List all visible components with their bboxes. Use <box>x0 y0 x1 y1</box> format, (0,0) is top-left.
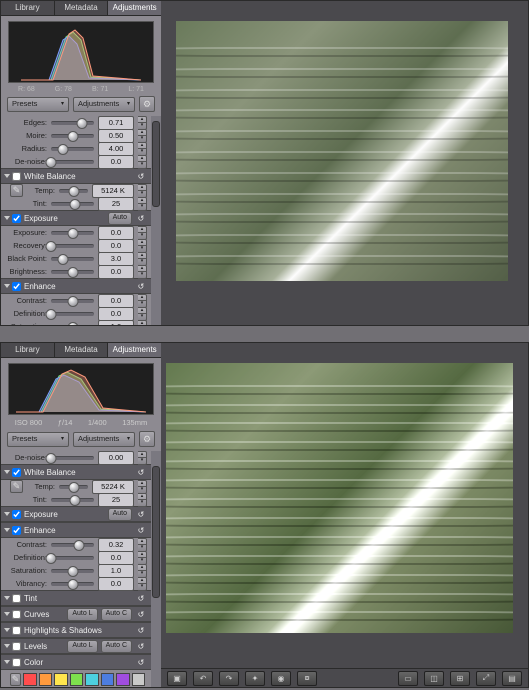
stepper[interactable]: ▴▾ <box>138 116 147 130</box>
viewer-mode-single-icon[interactable]: ▭ <box>398 671 418 686</box>
slider-moire: Moire: 0.50 ▴▾ <box>1 129 151 142</box>
section-tint[interactable]: Tint↺ <box>1 590 151 606</box>
window-before: Library Metadata Adjustments R: 68 G: 78… <box>0 0 529 326</box>
section-enhance[interactable]: Enhance ↺ <box>1 278 151 294</box>
slider-thumb[interactable] <box>76 118 87 129</box>
color-swatch[interactable] <box>39 673 53 686</box>
color-swatch[interactable] <box>70 673 84 686</box>
color-swatch[interactable] <box>85 673 99 686</box>
eyedropper-button[interactable]: ✎ <box>10 673 21 686</box>
section-exposure[interactable]: Exposure Auto ↺ <box>1 210 151 226</box>
photo-preview <box>166 363 513 633</box>
color-swatch[interactable] <box>54 673 68 686</box>
selection-tool-icon[interactable]: ▣ <box>167 671 187 686</box>
viewer-toolbar: ▣ ↶ ↷ ✦ ◉ ⧇ ▭ ◫ ⊞ ⤢ ▤ <box>161 668 528 687</box>
readout-g: G: 78 <box>55 86 72 93</box>
rotate-cw-icon[interactable]: ↷ <box>219 671 239 686</box>
readout-b: B: 71 <box>92 86 108 93</box>
inspector-action-menu[interactable]: ⚙ <box>139 96 155 112</box>
inspector-panel-top: Library Metadata Adjustments R: 68 G: 78… <box>1 1 162 325</box>
section-color[interactable]: Color↺ <box>1 654 151 670</box>
adjustment-list: Edges: 0.71 ▴▾ Moire: 0.50 ▴▾ Radius: 4.… <box>1 116 161 325</box>
presets-dropdown[interactable]: Presets▾ <box>7 432 69 447</box>
eyedropper-button[interactable]: ✎ <box>10 184 23 197</box>
rotate-ccw-icon[interactable]: ↶ <box>193 671 213 686</box>
slider-denoise: De-noise: 0.0 ▴▾ <box>1 155 151 168</box>
color-swatch[interactable] <box>23 673 37 686</box>
adjustment-list: De-noise: 0.00 ▴▾ White Balance ↺ ✎ Temp… <box>1 451 161 687</box>
color-swatch[interactable] <box>101 673 115 686</box>
stamp-tool-icon[interactable]: ✦ <box>245 671 265 686</box>
inspector-action-menu[interactable]: ⚙ <box>139 431 155 447</box>
inspector-tabs: Library Metadata Adjustments <box>1 1 161 16</box>
section-enhance[interactable]: Enhance ↺ <box>1 522 151 538</box>
section-highlights-shadows[interactable]: Highlights & Shadows↺ <box>1 622 151 638</box>
adjustments-dropdown[interactable]: Adjustments▾ <box>73 97 135 112</box>
section-levels[interactable]: LevelsAuto LAuto C↺ <box>1 638 151 654</box>
section-checkbox[interactable] <box>12 214 21 223</box>
tab-library[interactable]: Library <box>1 1 55 15</box>
disclosure-triangle-icon[interactable] <box>4 174 10 178</box>
tab-adjustments[interactable]: Adjustments <box>108 1 161 15</box>
readout-r: R: 68 <box>18 86 35 93</box>
section-white-balance[interactable]: White Balance ↺ <box>1 168 151 184</box>
tab-metadata[interactable]: Metadata <box>55 1 109 15</box>
inspector-panel-bottom: Library Metadata Adjustments ISO 800 ƒ/1… <box>1 343 162 687</box>
adjustments-dropdown[interactable]: Adjustments▾ <box>73 432 135 447</box>
slider-denoise: De-noise: 0.00 ▴▾ <box>1 451 151 464</box>
value-field[interactable]: 0.71 <box>98 116 134 130</box>
filmstrip-icon[interactable]: ▤ <box>502 671 522 686</box>
window-after: Library Metadata Adjustments ISO 800 ƒ/1… <box>0 342 529 688</box>
presets-dropdown[interactable]: Presets▾ <box>7 97 69 112</box>
zoom-icon[interactable]: ⤢ <box>476 671 496 686</box>
image-viewer[interactable] <box>161 1 528 325</box>
reset-button[interactable]: ↺ <box>135 172 147 181</box>
scroll-thumb[interactable] <box>152 121 160 207</box>
section-exposure[interactable]: Exposure Auto ↺ <box>1 506 151 522</box>
section-white-balance[interactable]: White Balance ↺ <box>1 464 151 480</box>
show-master-icon[interactable]: ⊞ <box>450 671 470 686</box>
scrollbar[interactable] <box>151 451 161 687</box>
image-viewer[interactable] <box>161 343 528 669</box>
tab-library[interactable]: Library <box>1 343 55 357</box>
slider-radius: Radius: 4.00 ▴▾ <box>1 142 151 155</box>
slider-edges: Edges: 0.71 ▴▾ <box>1 116 151 129</box>
histogram <box>8 21 154 83</box>
section-checkbox[interactable] <box>12 172 21 181</box>
color-swatch[interactable] <box>132 673 146 686</box>
color-swatches: ✎ <box>1 670 151 687</box>
tab-metadata[interactable]: Metadata <box>55 343 109 357</box>
scrollbar[interactable] <box>151 116 161 325</box>
auto-button[interactable]: Auto <box>108 508 132 521</box>
viewer-mode-split-icon[interactable]: ◫ <box>424 671 444 686</box>
crop-tool-icon[interactable]: ⧇ <box>297 671 317 686</box>
tab-adjustments[interactable]: Adjustments <box>108 343 161 357</box>
slider-thumb[interactable] <box>67 131 78 142</box>
histogram-readout: R: 68 G: 78 B: 71 L: 71 <box>8 86 154 93</box>
section-curves[interactable]: CurvesAuto LAuto C↺ <box>1 606 151 622</box>
redeye-tool-icon[interactable]: ◉ <box>271 671 291 686</box>
row-wb-eyedropper: ✎ Temp: 5124 K ▴▾ <box>1 184 151 197</box>
readout-l: L: 71 <box>128 86 144 93</box>
color-swatch[interactable] <box>116 673 130 686</box>
histogram <box>8 363 154 415</box>
row-wb-tint: Tint: 25 ▴▾ <box>1 197 151 210</box>
exif-summary: ISO 800 ƒ/14 1/400 135mm <box>7 418 155 427</box>
eyedropper-button[interactable]: ✎ <box>10 480 23 493</box>
photo-preview <box>176 21 508 281</box>
auto-button[interactable]: Auto <box>108 212 132 225</box>
